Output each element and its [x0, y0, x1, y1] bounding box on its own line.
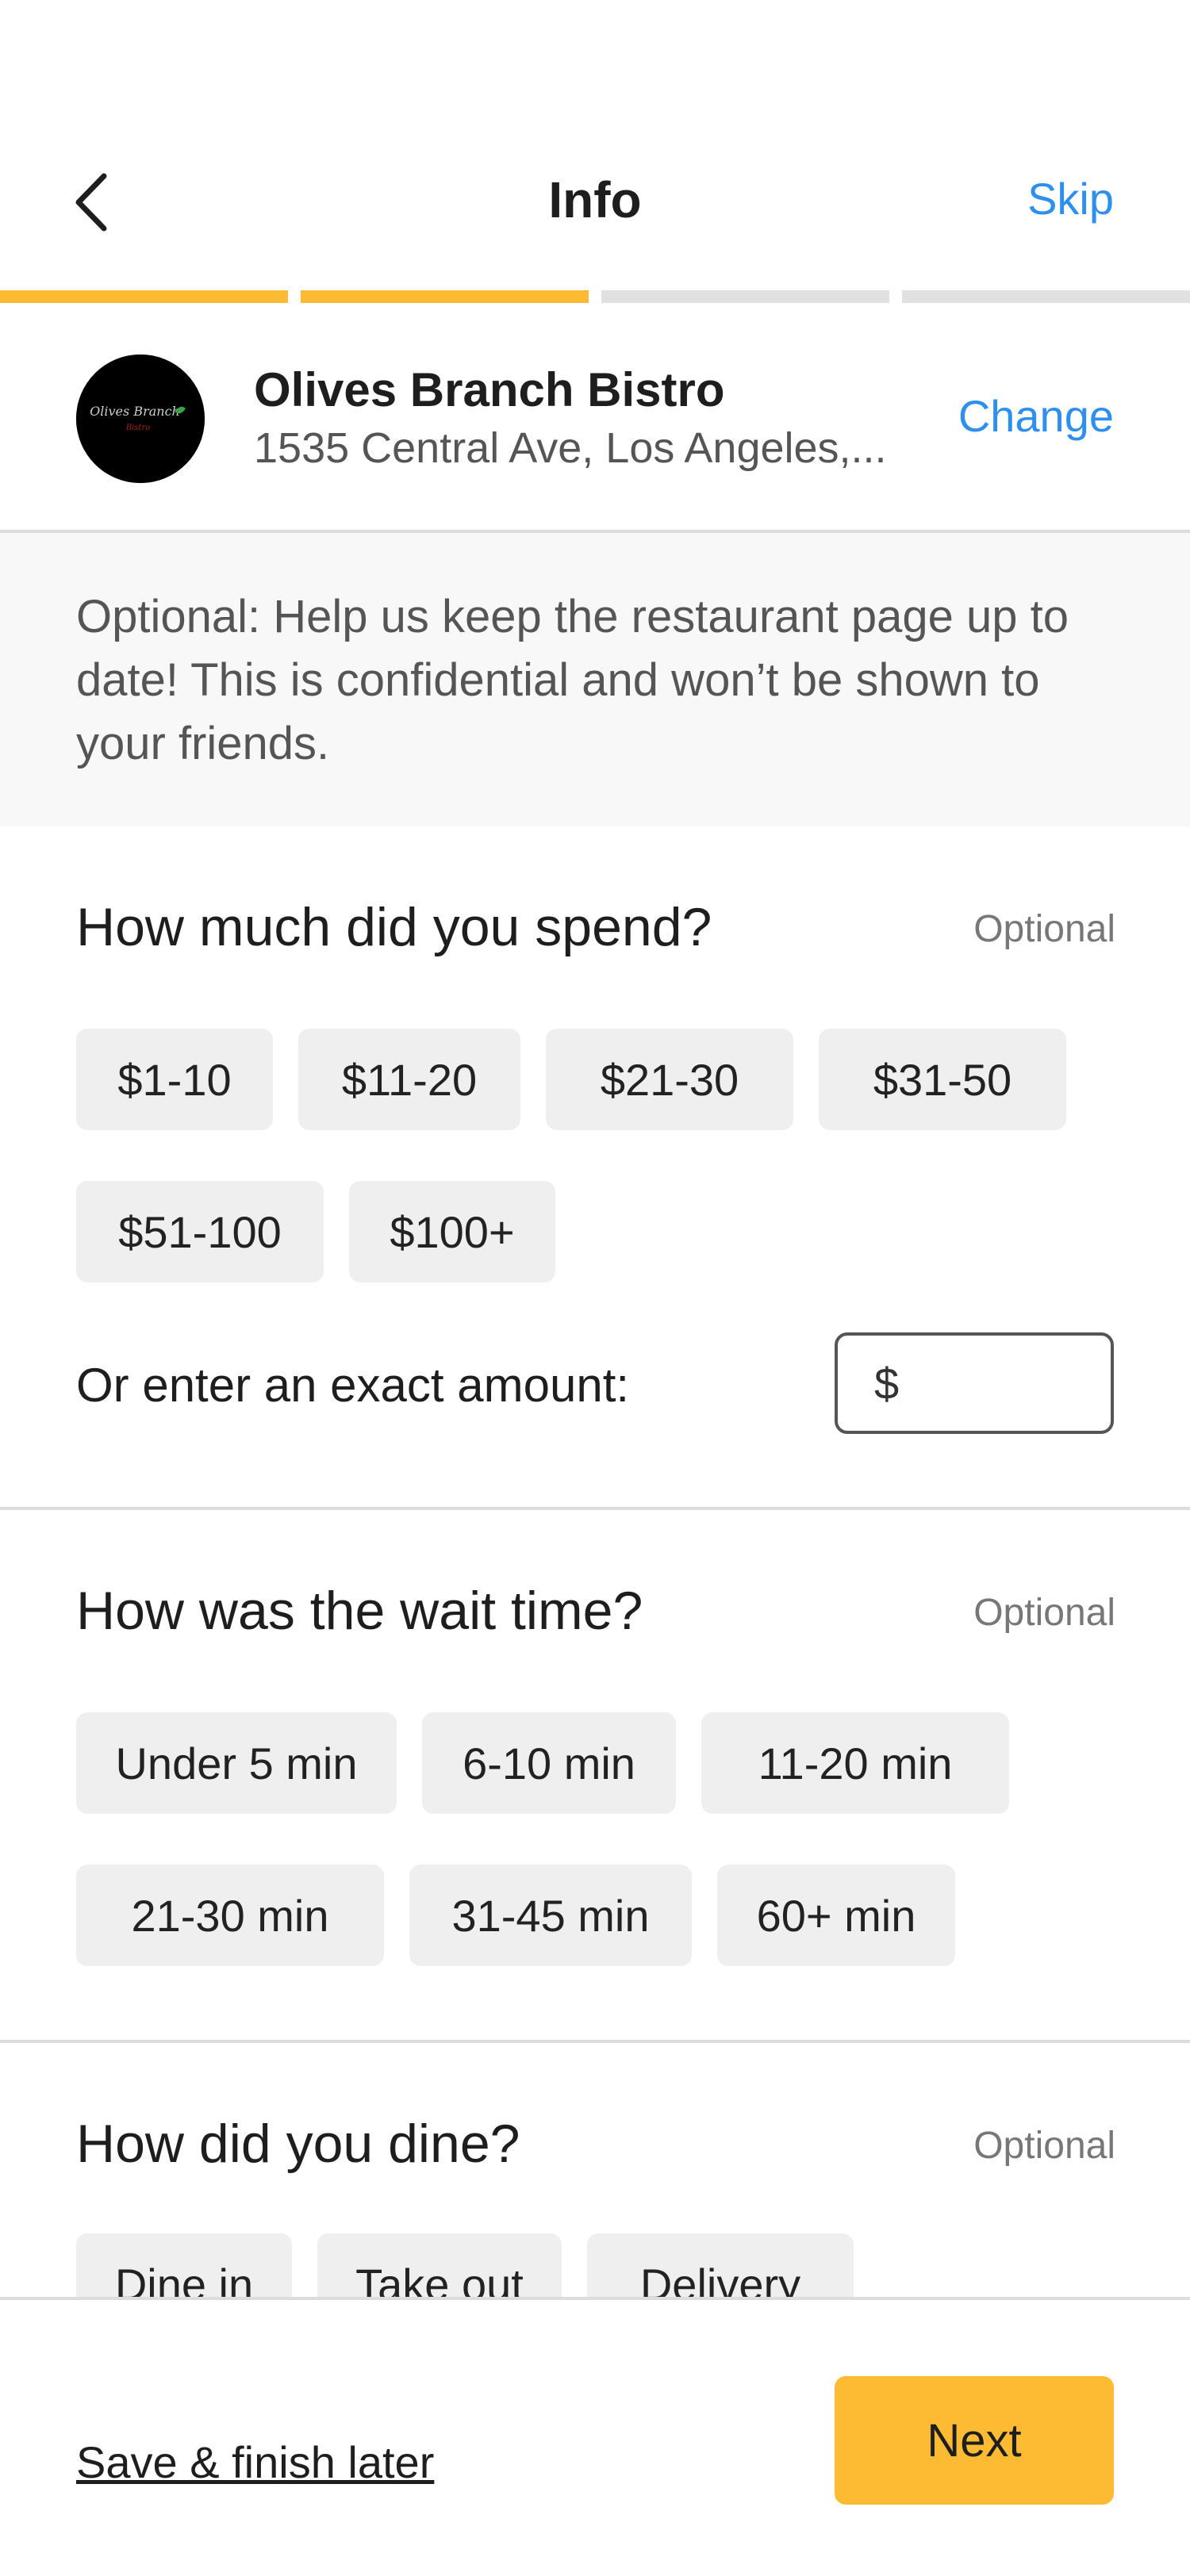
spend-option[interactable]: $51-100	[76, 1181, 324, 1282]
optional-label: Optional	[973, 2125, 1115, 2167]
restaurant-address: 1535 Central Ave, Los Angeles,...	[254, 424, 887, 472]
bottom-action-bar: Save & finish later Next	[0, 2297, 1190, 2576]
optional-label: Optional	[973, 1592, 1115, 1634]
wait-option[interactable]: 11-20 min	[701, 1712, 1009, 1814]
next-button[interactable]: Next	[835, 2376, 1114, 2505]
page-title: Info	[548, 171, 642, 228]
wait-question: How was the wait time?	[76, 1581, 643, 1641]
dine-question: How did you dine?	[76, 2114, 520, 2174]
top-bar: Info Skip	[0, 0, 1190, 301]
wait-option[interactable]: 6-10 min	[422, 1712, 676, 1814]
progress-step-3	[601, 290, 889, 303]
progress-bar	[0, 290, 1190, 303]
spend-option[interactable]: $100+	[349, 1181, 555, 1282]
wait-option[interactable]: Under 5 min	[76, 1712, 397, 1814]
exact-amount-label: Or enter an exact amount:	[76, 1359, 630, 1412]
restaurant-name: Olives Branch Bistro	[254, 363, 725, 416]
progress-step-4	[902, 290, 1190, 303]
wait-option[interactable]: 31-45 min	[409, 1865, 692, 1966]
wait-option[interactable]: 21-30 min	[76, 1865, 384, 1966]
spend-question: How much did you spend?	[76, 897, 712, 957]
progress-step-2	[301, 290, 589, 303]
spend-option[interactable]: $1-10	[76, 1029, 273, 1130]
restaurant-logo: Olives Branch Bistro	[76, 355, 205, 483]
restaurant-card: Olives Branch Bistro Olives Branch Bistr…	[0, 303, 1190, 533]
currency-symbol: $	[874, 1358, 900, 1409]
wait-time-section: How was the wait time? Optional Under 5 …	[0, 1510, 1190, 2043]
save-finish-later-link[interactable]: Save & finish later	[76, 2436, 434, 2488]
spend-option[interactable]: $31-50	[819, 1029, 1066, 1130]
change-restaurant-button[interactable]: Change	[958, 390, 1114, 442]
skip-button[interactable]: Skip	[1027, 173, 1114, 224]
svg-text:Bistro: Bistro	[125, 424, 151, 432]
exact-amount-input[interactable]: $	[835, 1332, 1114, 1434]
spend-section: How much did you spend? Optional $1-10 $…	[0, 826, 1190, 1510]
optional-label: Optional	[973, 908, 1115, 950]
wait-option[interactable]: 60+ min	[717, 1865, 955, 1966]
progress-step-1	[0, 290, 288, 303]
svg-text:Olives Branch: Olives Branch	[90, 404, 180, 419]
spend-option[interactable]: $11-20	[298, 1029, 520, 1130]
confidential-notice: Optional: Help us keep the restaurant pa…	[0, 533, 1190, 826]
spend-option[interactable]: $21-30	[546, 1029, 793, 1130]
